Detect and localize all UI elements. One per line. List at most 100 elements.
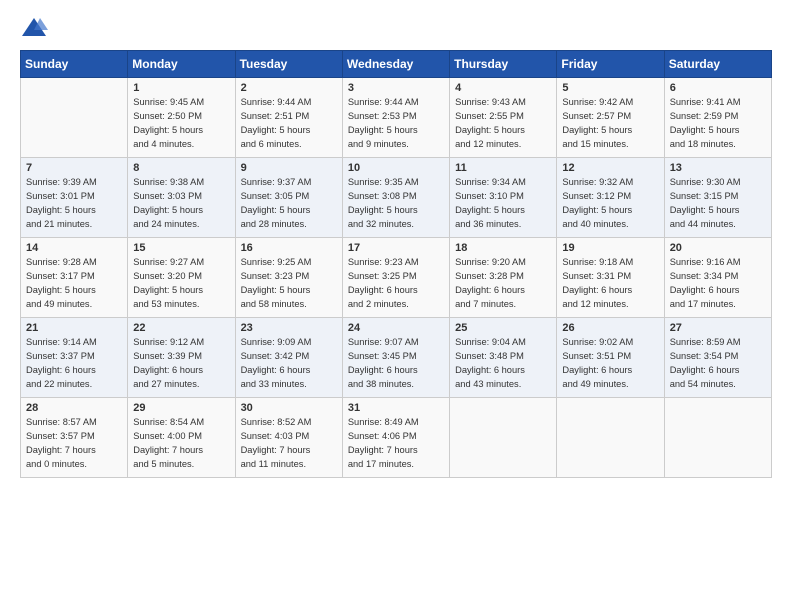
day-number: 13 — [670, 162, 766, 174]
column-header-sunday: Sunday — [21, 51, 128, 78]
calendar-header-row: SundayMondayTuesdayWednesdayThursdayFrid… — [21, 51, 772, 78]
day-info: Sunrise: 8:49 AM Sunset: 4:06 PM Dayligh… — [348, 416, 444, 472]
day-number: 8 — [133, 162, 229, 174]
day-number: 24 — [348, 322, 444, 334]
day-info: Sunrise: 9:37 AM Sunset: 3:05 PM Dayligh… — [241, 176, 337, 232]
calendar-cell: 5 Sunrise: 9:42 AM Sunset: 2:57 PM Daylig… — [557, 78, 664, 158]
column-header-friday: Friday — [557, 51, 664, 78]
page-header — [20, 16, 772, 38]
day-number: 6 — [670, 82, 766, 94]
calendar-cell: 18Sunrise: 9:20 AM Sunset: 3:28 PM Dayli… — [450, 238, 557, 318]
day-info: Sunrise: 9:38 AM Sunset: 3:03 PM Dayligh… — [133, 176, 229, 232]
calendar-cell — [557, 398, 664, 478]
day-info: Sunrise: 9:04 AM Sunset: 3:48 PM Dayligh… — [455, 336, 551, 392]
day-info: Sunrise: 9:27 AM Sunset: 3:20 PM Dayligh… — [133, 256, 229, 312]
day-number: 26 — [562, 322, 658, 334]
column-header-saturday: Saturday — [664, 51, 771, 78]
day-info: Sunrise: 9:28 AM Sunset: 3:17 PM Dayligh… — [26, 256, 122, 312]
calendar-body: 1Sunrise: 9:45 AM Sunset: 2:50 PM Daylig… — [21, 78, 772, 478]
day-info: Sunrise: 9:32 AM Sunset: 3:12 PM Dayligh… — [562, 176, 658, 232]
calendar-cell: 1Sunrise: 9:45 AM Sunset: 2:50 PM Daylig… — [128, 78, 235, 158]
day-info: Sunrise: 9:25 AM Sunset: 3:23 PM Dayligh… — [241, 256, 337, 312]
calendar-cell: 12Sunrise: 9:32 AM Sunset: 3:12 PM Dayli… — [557, 158, 664, 238]
column-header-thursday: Thursday — [450, 51, 557, 78]
calendar-cell: 22Sunrise: 9:12 AM Sunset: 3:39 PM Dayli… — [128, 318, 235, 398]
day-number: 10 — [348, 162, 444, 174]
day-number: 20 — [670, 242, 766, 254]
day-info: Sunrise: 8:59 AM Sunset: 3:54 PM Dayligh… — [670, 336, 766, 392]
calendar-cell: 17Sunrise: 9:23 AM Sunset: 3:25 PM Dayli… — [342, 238, 449, 318]
calendar-cell: 23 Sunrise: 9:09 AM Sunset: 3:42 PM Dayli… — [235, 318, 342, 398]
calendar-cell: 28 Sunrise: 8:57 AM Sunset: 3:57 PM Dayli… — [21, 398, 128, 478]
calendar-cell — [21, 78, 128, 158]
day-info: Sunrise: 9:16 AM Sunset: 3:34 PM Dayligh… — [670, 256, 766, 312]
calendar-cell: 19 Sunrise: 9:18 AM Sunset: 3:31 PM Dayli… — [557, 238, 664, 318]
day-number: 29 — [133, 402, 229, 414]
day-info: Sunrise: 9:02 AM Sunset: 3:51 PM Dayligh… — [562, 336, 658, 392]
day-info: Sunrise: 8:57 AM Sunset: 3:57 PM Dayligh… — [26, 416, 122, 472]
day-number: 22 — [133, 322, 229, 334]
day-number: 1 — [133, 82, 229, 94]
day-info: Sunrise: 9:18 AM Sunset: 3:31 PM Dayligh… — [562, 256, 658, 312]
calendar-cell: 3Sunrise: 9:44 AM Sunset: 2:53 PM Daylig… — [342, 78, 449, 158]
day-info: Sunrise: 8:54 AM Sunset: 4:00 PM Dayligh… — [133, 416, 229, 472]
day-number: 5 — [562, 82, 658, 94]
day-info: Sunrise: 8:52 AM Sunset: 4:03 PM Dayligh… — [241, 416, 337, 472]
calendar-cell: 30 Sunrise: 8:52 AM Sunset: 4:03 PM Dayli… — [235, 398, 342, 478]
day-number: 30 — [241, 402, 337, 414]
day-info: Sunrise: 9:07 AM Sunset: 3:45 PM Dayligh… — [348, 336, 444, 392]
calendar-cell: 2 Sunrise: 9:44 AM Sunset: 2:51 PM Daylig… — [235, 78, 342, 158]
calendar-cell — [450, 398, 557, 478]
calendar-cell: 15Sunrise: 9:27 AM Sunset: 3:20 PM Dayli… — [128, 238, 235, 318]
week-row-5: 28 Sunrise: 8:57 AM Sunset: 3:57 PM Dayli… — [21, 398, 772, 478]
calendar-cell: 24 Sunrise: 9:07 AM Sunset: 3:45 PM Dayli… — [342, 318, 449, 398]
day-info: Sunrise: 9:14 AM Sunset: 3:37 PM Dayligh… — [26, 336, 122, 392]
calendar-cell: 6 Sunrise: 9:41 AM Sunset: 2:59 PM Daylig… — [664, 78, 771, 158]
day-number: 23 — [241, 322, 337, 334]
day-number: 7 — [26, 162, 122, 174]
week-row-2: 7 Sunrise: 9:39 AM Sunset: 3:01 PM Daylig… — [21, 158, 772, 238]
day-info: Sunrise: 9:30 AM Sunset: 3:15 PM Dayligh… — [670, 176, 766, 232]
week-row-1: 1Sunrise: 9:45 AM Sunset: 2:50 PM Daylig… — [21, 78, 772, 158]
calendar-cell — [664, 398, 771, 478]
day-number: 2 — [241, 82, 337, 94]
column-header-monday: Monday — [128, 51, 235, 78]
calendar-cell: 13 Sunrise: 9:30 AM Sunset: 3:15 PM Dayli… — [664, 158, 771, 238]
day-number: 31 — [348, 402, 444, 414]
day-info: Sunrise: 9:35 AM Sunset: 3:08 PM Dayligh… — [348, 176, 444, 232]
calendar-cell: 21 Sunrise: 9:14 AM Sunset: 3:37 PM Dayli… — [21, 318, 128, 398]
day-info: Sunrise: 9:44 AM Sunset: 2:53 PM Dayligh… — [348, 96, 444, 152]
day-info: Sunrise: 9:23 AM Sunset: 3:25 PM Dayligh… — [348, 256, 444, 312]
day-number: 9 — [241, 162, 337, 174]
calendar-cell: 29 Sunrise: 8:54 AM Sunset: 4:00 PM Dayli… — [128, 398, 235, 478]
day-info: Sunrise: 9:34 AM Sunset: 3:10 PM Dayligh… — [455, 176, 551, 232]
calendar-cell: 31 Sunrise: 8:49 AM Sunset: 4:06 PM Dayli… — [342, 398, 449, 478]
calendar-cell: 26 Sunrise: 9:02 AM Sunset: 3:51 PM Dayli… — [557, 318, 664, 398]
day-info: Sunrise: 9:42 AM Sunset: 2:57 PM Dayligh… — [562, 96, 658, 152]
column-header-tuesday: Tuesday — [235, 51, 342, 78]
day-info: Sunrise: 9:44 AM Sunset: 2:51 PM Dayligh… — [241, 96, 337, 152]
calendar-cell: 9 Sunrise: 9:37 AM Sunset: 3:05 PM Daylig… — [235, 158, 342, 238]
day-info: Sunrise: 9:41 AM Sunset: 2:59 PM Dayligh… — [670, 96, 766, 152]
day-number: 25 — [455, 322, 551, 334]
day-info: Sunrise: 9:39 AM Sunset: 3:01 PM Dayligh… — [26, 176, 122, 232]
calendar-cell: 4Sunrise: 9:43 AM Sunset: 2:55 PM Daylig… — [450, 78, 557, 158]
calendar-cell: 11Sunrise: 9:34 AM Sunset: 3:10 PM Dayli… — [450, 158, 557, 238]
day-number: 21 — [26, 322, 122, 334]
calendar-table: SundayMondayTuesdayWednesdayThursdayFrid… — [20, 50, 772, 478]
calendar-cell: 20 Sunrise: 9:16 AM Sunset: 3:34 PM Dayli… — [664, 238, 771, 318]
day-number: 14 — [26, 242, 122, 254]
calendar-cell: 7 Sunrise: 9:39 AM Sunset: 3:01 PM Daylig… — [21, 158, 128, 238]
day-number: 28 — [26, 402, 122, 414]
week-row-4: 21 Sunrise: 9:14 AM Sunset: 3:37 PM Dayli… — [21, 318, 772, 398]
logo — [20, 16, 52, 38]
day-number: 4 — [455, 82, 551, 94]
calendar-cell: 8 Sunrise: 9:38 AM Sunset: 3:03 PM Daylig… — [128, 158, 235, 238]
calendar-cell: 10 Sunrise: 9:35 AM Sunset: 3:08 PM Dayli… — [342, 158, 449, 238]
calendar-cell: 14 Sunrise: 9:28 AM Sunset: 3:17 PM Dayli… — [21, 238, 128, 318]
day-info: Sunrise: 9:20 AM Sunset: 3:28 PM Dayligh… — [455, 256, 551, 312]
day-info: Sunrise: 9:09 AM Sunset: 3:42 PM Dayligh… — [241, 336, 337, 392]
day-number: 19 — [562, 242, 658, 254]
week-row-3: 14 Sunrise: 9:28 AM Sunset: 3:17 PM Dayli… — [21, 238, 772, 318]
calendar-cell: 27Sunrise: 8:59 AM Sunset: 3:54 PM Dayli… — [664, 318, 771, 398]
